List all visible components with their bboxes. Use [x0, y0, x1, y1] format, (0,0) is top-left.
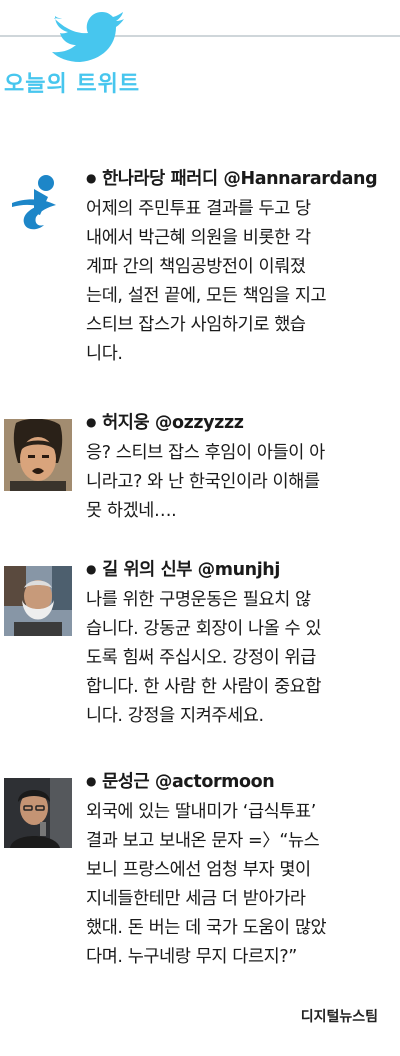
tweet-line: 스티브 잡스가 사임하기로 했습: [86, 315, 306, 335]
tweet-line: 지네들한테만 세금 더 받아가라: [86, 889, 306, 909]
twitter-bird-icon: [52, 12, 124, 62]
tweet-line: 니다.: [86, 344, 123, 364]
tweet-line: 했대. 돈 버는 데 국가 도움이 많았: [86, 918, 327, 938]
tweet-line: 나를 위한 구명운동은 필요치 않: [86, 590, 311, 610]
credit-byline: 디지털뉴스팀: [300, 1009, 378, 1025]
tweet-line: 보니 프랑스에선 엄청 부자 몇이: [86, 860, 311, 880]
tweet-line: 니다. 강정을 지켜주세요.: [86, 706, 264, 726]
section-title: 오늘의 트위트: [4, 72, 141, 97]
tweet-line: 계파 간의 책임공방전이 이뤄졌: [86, 257, 306, 277]
tweet-line: 합니다. 한 사람 한 사람이 중요합: [86, 677, 322, 697]
tweet-line: 내에서 박근혜 의원을 비롯한 각: [86, 228, 311, 248]
tweet-line: 응? 스티브 잡스 후임이 아들이 아: [86, 443, 325, 463]
profile-photo-priest: [4, 566, 72, 636]
tweet-author: 한나라당 패러디 @Hannarardang: [102, 169, 378, 189]
bullet-icon: ●: [86, 774, 97, 788]
tweet-line: 어제의 주민투표 결과를 두고 당: [86, 199, 311, 219]
tweet-line: 습니다. 강동균 회장이 나올 수 있: [86, 619, 322, 639]
tweet-line: 도록 힘써 주십시오. 강정이 위급: [86, 648, 316, 668]
profile-photo-actor: [4, 778, 72, 848]
tweet-line: 외국에 있는 딸내미가 ‘급식투표’: [86, 802, 316, 822]
tweet-line: 다며. 누구네랑 무지 다르지?”: [86, 947, 297, 967]
profile-photo-man: [4, 419, 72, 491]
hannara-party-logo: [4, 169, 72, 235]
tweet-line: 니라고? 와 난 한국인이라 이해를: [86, 472, 320, 492]
tweet-body: ● 한나라당 패러디 @Hannarardang 어제의 주민투표 결과를 두고 …: [86, 165, 398, 369]
tweet-body: ● 허지웅 @ozzyzzz 응? 스티브 잡스 후임이 아들이 아 니라고? 와…: [86, 409, 398, 526]
tweet-author: 길 위의 신부 @munjhj: [102, 560, 280, 580]
tweet-line: 는데, 설전 끝에, 모든 책임을 지고: [86, 286, 327, 306]
tweet-body: ● 문성근 @actormoon 외국에 있는 딸내미가 ‘급식투표’ 결과 보고…: [86, 768, 398, 972]
bullet-icon: ●: [86, 562, 97, 576]
tweet-body: ● 길 위의 신부 @munjhj 나를 위한 구명운동은 필요치 않 습니다. …: [86, 556, 398, 731]
bullet-icon: ●: [86, 415, 97, 429]
tweet-author: 문성근 @actormoon: [102, 772, 275, 792]
tweet-line: 결과 보고 보내온 문자 =〉“뉴스: [86, 831, 320, 851]
tweet-author: 허지웅 @ozzyzzz: [102, 413, 244, 433]
bullet-icon: ●: [86, 171, 97, 185]
tweet-line: 못 하겠네….: [86, 501, 177, 521]
